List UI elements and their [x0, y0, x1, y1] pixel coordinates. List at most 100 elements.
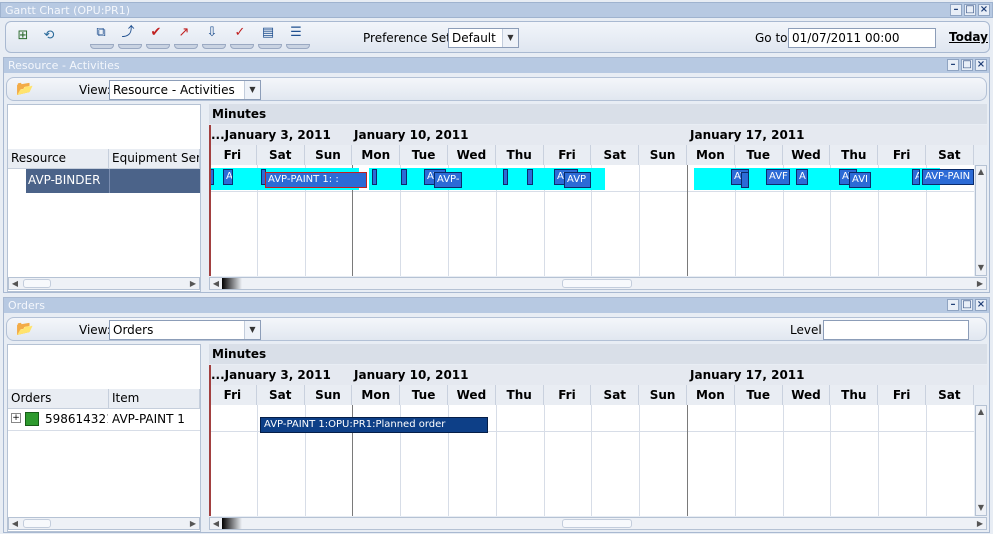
- check-icon[interactable]: ✔: [147, 25, 165, 41]
- close-button[interactable]: ×: [978, 4, 990, 16]
- scroll-right-icon[interactable]: ▶: [974, 518, 986, 530]
- activity-bar[interactable]: A: [912, 169, 920, 185]
- scroll-thumb[interactable]: [562, 519, 632, 528]
- folder-icon[interactable]: 📂: [16, 81, 36, 97]
- goto-date-input[interactable]: 01/07/2011 00:00: [788, 28, 936, 48]
- activity-bar[interactable]: AVP: [564, 172, 591, 188]
- close-button[interactable]: ×: [975, 59, 987, 71]
- grid-line: [495, 405, 497, 516]
- export-icon[interactable]: ⇩: [203, 25, 221, 41]
- folder-icon[interactable]: 📂: [16, 321, 36, 337]
- resource-vertical-scrollbar[interactable]: ▲ ▼: [975, 165, 987, 276]
- resource-cell: AVP-BINDER: [26, 169, 109, 193]
- scroll-up-icon[interactable]: ▲: [975, 166, 987, 178]
- column-header-resource[interactable]: Resource: [8, 149, 109, 169]
- trend-icon[interactable]: ↗: [175, 25, 193, 41]
- toolbar-tab[interactable]: [258, 44, 282, 49]
- activity-bar[interactable]: [401, 169, 407, 185]
- goto-label: Go to:: [755, 31, 792, 45]
- activity-bar[interactable]: [527, 169, 533, 185]
- maximize-button[interactable]: □: [961, 59, 973, 71]
- scroll-left-icon[interactable]: ◀: [210, 518, 222, 530]
- goto-date-value: 01/07/2011 00:00: [792, 31, 900, 45]
- table-row[interactable]: AVP-BINDER: [8, 169, 200, 193]
- resource-horizontal-scrollbar[interactable]: ◀ ▶: [209, 277, 987, 290]
- left-horizontal-scrollbar[interactable]: ◀ ▶: [8, 517, 200, 530]
- maximize-button[interactable]: □: [961, 299, 973, 311]
- resource-view-select[interactable]: Resource - Activities ▼: [109, 80, 261, 100]
- day-header: Fri: [209, 145, 257, 165]
- refresh-icon[interactable]: ⟲: [40, 28, 58, 44]
- column-header-equipment[interactable]: Equipment Seri...: [109, 149, 200, 169]
- activity-bar[interactable]: AVP-: [434, 172, 462, 188]
- planned-order-bar[interactable]: AVP-PAINT 1:OPU:PR1:Planned order: [260, 417, 488, 433]
- level-input[interactable]: [823, 320, 969, 340]
- resource-panel-titlebar: Resource - Activities – □ ×: [4, 58, 989, 73]
- scroll-down-icon[interactable]: ▼: [975, 262, 987, 274]
- expand-icon[interactable]: +: [11, 413, 21, 423]
- activity-bar-main[interactable]: AVP-PAINT 1: :: [265, 172, 367, 188]
- orders-view-value: Orders: [113, 323, 154, 337]
- grid-line: [543, 405, 545, 516]
- scroll-right-icon[interactable]: ▶: [187, 518, 199, 530]
- toolbar-tab[interactable]: [146, 44, 170, 49]
- validate-icon[interactable]: ✓: [231, 25, 249, 41]
- today-link[interactable]: Today: [949, 30, 988, 44]
- scroll-thumb[interactable]: [562, 279, 632, 288]
- column-header-orders[interactable]: Orders: [8, 389, 109, 409]
- minimize-button[interactable]: –: [947, 59, 959, 71]
- minimize-button[interactable]: –: [950, 4, 962, 16]
- orders-horizontal-scrollbar[interactable]: ◀ ▶: [209, 517, 987, 530]
- day-header: Fri: [878, 145, 926, 165]
- day-header: Sun: [639, 145, 687, 165]
- day-header: Wed: [782, 385, 831, 405]
- activity-bar[interactable]: AVI: [849, 172, 871, 188]
- activity-bar[interactable]: [503, 169, 508, 185]
- activity-bar[interactable]: [741, 172, 749, 188]
- scroll-left-icon[interactable]: ◀: [9, 518, 21, 530]
- day-header: Thu: [830, 145, 879, 165]
- maximize-button[interactable]: □: [964, 4, 976, 16]
- scroll-down-icon[interactable]: ▼: [975, 502, 987, 514]
- week-row: ...January 3, 2011 January 10, 2011 Janu…: [209, 125, 987, 145]
- day-header: Sun: [639, 385, 687, 405]
- orders-vertical-scrollbar[interactable]: ▲ ▼: [975, 405, 987, 516]
- activity-bar[interactable]: A: [223, 169, 233, 185]
- scroll-right-icon[interactable]: ▶: [974, 278, 986, 290]
- activity-bar[interactable]: A: [796, 169, 808, 185]
- scroll-left-icon[interactable]: ◀: [9, 278, 21, 290]
- view-label: View:: [79, 323, 111, 337]
- scroll-right-icon[interactable]: ▶: [187, 278, 199, 290]
- toolbar-tab[interactable]: [118, 44, 142, 49]
- minimize-button[interactable]: –: [947, 299, 959, 311]
- day-header: Mon: [687, 385, 735, 405]
- link-icon[interactable]: ⤴: [119, 25, 137, 41]
- day-header: Fri: [878, 385, 926, 405]
- zoom-icon[interactable]: ⧉: [92, 25, 110, 41]
- scroll-left-icon[interactable]: ◀: [210, 278, 222, 290]
- add-resource-icon[interactable]: ⊞: [14, 28, 32, 44]
- table-row[interactable]: + 598614321 AVP-PAINT 1: [8, 409, 200, 431]
- toolbar-tab[interactable]: [286, 44, 310, 49]
- layout-icon[interactable]: ▤: [259, 25, 277, 41]
- day-header: Wed: [782, 145, 831, 165]
- toolbar-tab[interactable]: [90, 44, 114, 49]
- scroll-thumb[interactable]: [23, 519, 51, 528]
- orders-view-select[interactable]: Orders ▼: [109, 320, 261, 340]
- toolbar-tab[interactable]: [230, 44, 254, 49]
- day-header: Wed: [448, 385, 496, 405]
- scroll-up-icon[interactable]: ▲: [975, 406, 987, 418]
- left-horizontal-scrollbar[interactable]: ◀ ▶: [8, 277, 200, 290]
- activity-bar[interactable]: [372, 169, 377, 185]
- column-header-item[interactable]: Item: [109, 389, 200, 409]
- close-button[interactable]: ×: [975, 299, 987, 311]
- toolbar-tab[interactable]: [202, 44, 226, 49]
- scroll-thumb[interactable]: [23, 279, 51, 288]
- toolbar-tab[interactable]: [174, 44, 198, 49]
- list-icon[interactable]: ☰: [287, 25, 305, 41]
- activity-bar[interactable]: AVP-PAIN: [922, 169, 974, 185]
- activity-bar[interactable]: AVF: [766, 169, 790, 185]
- day-header: Tue: [400, 385, 448, 405]
- preference-set-select[interactable]: Default ▼: [448, 28, 519, 48]
- week-label: ...January 3, 2011: [211, 128, 331, 142]
